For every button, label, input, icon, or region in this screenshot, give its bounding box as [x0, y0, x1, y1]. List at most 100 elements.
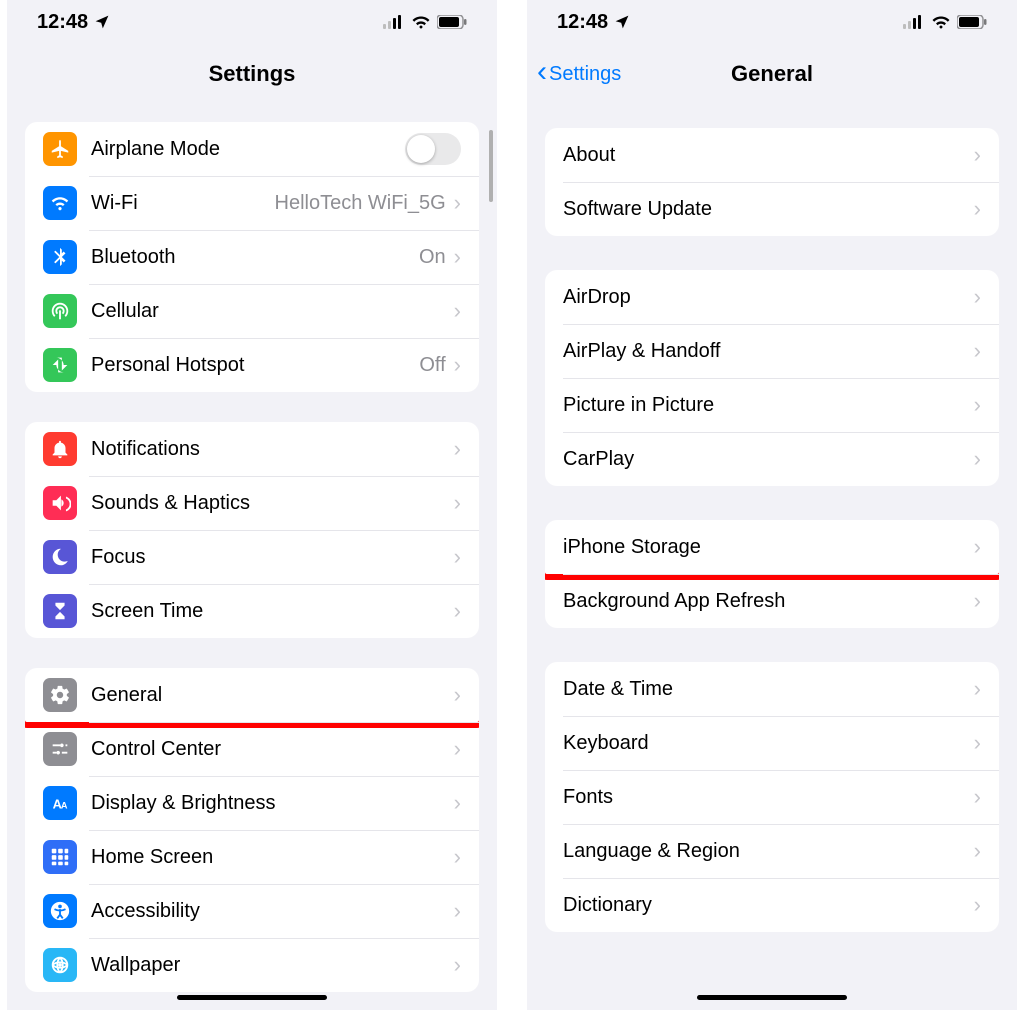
row-value: HelloTech WiFi_5G — [275, 192, 446, 215]
row-accessibility[interactable]: Accessibility› — [25, 884, 479, 938]
row-screen-time[interactable]: Screen Time› — [25, 584, 479, 638]
row-label: Date & Time — [563, 678, 673, 701]
wifi-icon — [931, 15, 951, 29]
general-screen: 12:48 ‹ Settings — [527, 0, 1017, 1010]
row-label: Wi-Fi — [91, 192, 138, 215]
row-airplane-mode[interactable]: Airplane Mode — [25, 122, 479, 176]
settings-group: Airplane ModeWi-FiHelloTech WiFi_5G›Blue… — [25, 122, 479, 392]
row-bluetooth[interactable]: BluetoothOn› — [25, 230, 479, 284]
row-label: Screen Time — [91, 600, 203, 623]
chevron-right-icon: › — [974, 588, 981, 614]
cell-signal-icon — [903, 15, 925, 29]
chevron-right-icon: › — [974, 838, 981, 864]
chevron-right-icon: › — [974, 892, 981, 918]
row-date-time[interactable]: Date & Time › — [545, 662, 999, 716]
chevron-right-icon: › — [974, 534, 981, 560]
back-button[interactable]: ‹ Settings — [537, 59, 621, 89]
row-control-center[interactable]: Control Center › — [25, 722, 479, 776]
bell-icon — [43, 432, 77, 466]
status-bar: 12:48 — [527, 0, 1017, 44]
row-label: Picture in Picture — [563, 394, 714, 417]
back-label: Settings — [549, 63, 621, 86]
chevron-right-icon: › — [454, 736, 461, 762]
chevron-right-icon: › — [974, 446, 981, 472]
row-general[interactable]: General› — [25, 668, 479, 722]
row-label: Display & Brightness — [91, 792, 276, 815]
chevron-right-icon: › — [974, 338, 981, 364]
row-iphone-storage[interactable]: iPhone Storage› — [545, 520, 999, 574]
row-keyboard[interactable]: Keyboard › — [545, 716, 999, 770]
access-icon — [43, 894, 77, 928]
battery-icon — [437, 15, 467, 29]
scroll-indicator[interactable] — [489, 130, 493, 202]
chevron-right-icon: › — [974, 784, 981, 810]
settings-group: General› Control Center › AA Display & Brigh… — [25, 668, 479, 992]
chevron-right-icon: › — [974, 284, 981, 310]
row-wi-fi[interactable]: Wi-FiHelloTech WiFi_5G› — [25, 176, 479, 230]
row-home-screen[interactable]: Home Screen › — [25, 830, 479, 884]
row-label: Fonts — [563, 786, 613, 809]
row-label: Personal Hotspot — [91, 354, 244, 377]
row-carplay[interactable]: CarPlay› — [545, 432, 999, 486]
chevron-right-icon: › — [974, 730, 981, 756]
row-label: Home Screen — [91, 846, 213, 869]
row-label: Language & Region — [563, 840, 740, 863]
row-software-update[interactable]: Software Update› — [545, 182, 999, 236]
home-indicator[interactable] — [177, 995, 327, 1000]
row-about[interactable]: About› — [545, 128, 999, 182]
row-notifications[interactable]: Notifications › — [25, 422, 479, 476]
chevron-right-icon: › — [454, 298, 461, 324]
page-title: Settings — [209, 61, 296, 87]
page-title: General — [731, 61, 813, 87]
textsize-icon: AA — [43, 786, 77, 820]
settings-group: About›Software Update› — [545, 128, 999, 236]
chevron-right-icon: › — [454, 244, 461, 270]
wallpaper-icon — [43, 948, 77, 982]
cell-signal-icon — [383, 15, 405, 29]
status-bar: 12:48 — [7, 0, 497, 44]
chevron-right-icon: › — [454, 544, 461, 570]
row-airdrop[interactable]: AirDrop › — [545, 270, 999, 324]
settings-group: Date & Time›Keyboard›Fonts›Language & Re… — [545, 662, 999, 932]
gear-icon — [43, 678, 77, 712]
row-background-app-refresh[interactable]: Background App Refresh › — [545, 574, 999, 628]
row-label: Control Center — [91, 738, 221, 761]
chevron-right-icon: › — [974, 676, 981, 702]
row-label: Wallpaper — [91, 954, 180, 977]
row-sounds-haptics[interactable]: Sounds & Haptics› — [25, 476, 479, 530]
row-label: Keyboard — [563, 732, 649, 755]
toggle[interactable] — [405, 133, 461, 165]
sliders-icon — [43, 732, 77, 766]
chevron-right-icon: › — [454, 844, 461, 870]
row-label: Accessibility — [91, 900, 200, 923]
svg-text:A: A — [61, 801, 68, 811]
row-cellular[interactable]: Cellular› — [25, 284, 479, 338]
row-wallpaper[interactable]: Wallpaper › — [25, 938, 479, 992]
location-icon — [614, 14, 630, 30]
row-airplay-handoff[interactable]: AirPlay & Handoff› — [545, 324, 999, 378]
row-language-region[interactable]: Language & Region › — [545, 824, 999, 878]
bluetooth-icon — [43, 240, 77, 274]
airplane-icon — [43, 132, 77, 166]
row-display-brightness[interactable]: AA Display & Brightness › — [25, 776, 479, 830]
row-label: Background App Refresh — [563, 590, 785, 613]
row-dictionary[interactable]: Dictionary› — [545, 878, 999, 932]
row-personal-hotspot[interactable]: Personal HotspotOff› — [25, 338, 479, 392]
row-label: AirDrop — [563, 286, 631, 309]
status-time: 12:48 — [37, 11, 88, 34]
row-picture-in-picture[interactable]: Picture in Picture› — [545, 378, 999, 432]
chevron-right-icon: › — [454, 352, 461, 378]
chevron-right-icon: › — [454, 790, 461, 816]
row-value: On — [419, 246, 446, 269]
row-label: Notifications — [91, 438, 200, 461]
settings-group: AirDrop›AirPlay & Handoff›Picture in Pic… — [545, 270, 999, 486]
row-fonts[interactable]: Fonts › — [545, 770, 999, 824]
chevron-right-icon: › — [454, 436, 461, 462]
row-label: About — [563, 144, 615, 167]
nav-bar: Settings — [7, 44, 497, 104]
home-indicator[interactable] — [697, 995, 847, 1000]
row-label: Focus — [91, 546, 145, 569]
row-focus[interactable]: Focus › — [25, 530, 479, 584]
battery-icon — [957, 15, 987, 29]
chevron-right-icon: › — [454, 952, 461, 978]
